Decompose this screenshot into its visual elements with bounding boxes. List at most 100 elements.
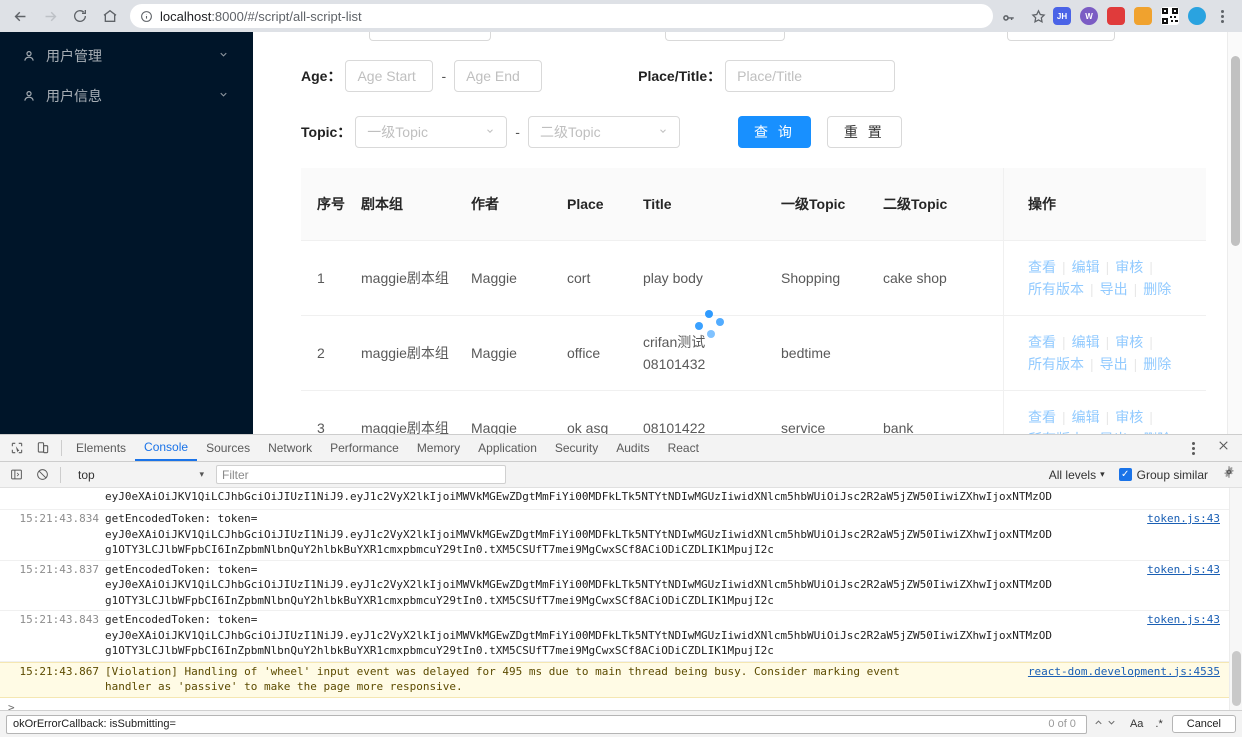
clipped-input-2[interactable]	[665, 32, 785, 41]
home-button[interactable]	[96, 2, 124, 30]
reload-icon	[72, 8, 88, 24]
action-edit[interactable]: 编辑	[1072, 406, 1100, 428]
extension-red-icon[interactable]	[1107, 7, 1125, 25]
page-scrollbar-thumb[interactable]	[1231, 56, 1240, 246]
tab-memory[interactable]: Memory	[408, 435, 469, 461]
reset-button[interactable]: 重 置	[826, 116, 902, 148]
action-all-versions[interactable]: 所有版本	[1028, 428, 1084, 434]
place-title-placeholder: Place/Title	[737, 68, 802, 84]
action-export[interactable]: 导出	[1100, 278, 1128, 300]
find-prev-icon[interactable]	[1093, 717, 1104, 731]
action-delete[interactable]: 删除	[1143, 278, 1171, 300]
clipped-input-1[interactable]	[369, 32, 491, 41]
password-key-icon[interactable]	[1001, 8, 1018, 25]
tab-audits[interactable]: Audits	[607, 435, 658, 461]
action-edit[interactable]: 编辑	[1072, 331, 1100, 353]
console-settings-button[interactable]	[1216, 463, 1242, 487]
inspect-element-icon[interactable]	[4, 436, 30, 460]
age-end-input[interactable]: Age End	[454, 60, 543, 92]
more-options-button[interactable]	[1180, 436, 1206, 460]
query-button[interactable]: 查 询	[737, 116, 811, 148]
clipped-input-3[interactable]	[1007, 32, 1115, 41]
topic-level1-placeholder: 一级Topic	[367, 124, 428, 140]
log-message: eyJ0eXAiOiJKV1QiLCJhbGciOiJIUzI1NiJ9.eyJ…	[105, 490, 1053, 507]
console-prompt[interactable]: >	[0, 698, 1242, 711]
place-title-input[interactable]: Place/Title	[725, 60, 896, 92]
tab-application[interactable]: Application	[469, 435, 546, 461]
action-edit[interactable]: 编辑	[1072, 256, 1100, 278]
find-nav-buttons	[1093, 717, 1121, 731]
match-case-button[interactable]: Aa	[1127, 718, 1146, 730]
extension-w-icon[interactable]: W	[1080, 7, 1098, 25]
log-source-link[interactable]: token.js:43	[1147, 562, 1220, 578]
log-source-link[interactable]: token.js:43	[1147, 612, 1220, 628]
action-review[interactable]: 审核	[1115, 256, 1143, 278]
page-scrollbar[interactable]	[1227, 32, 1242, 434]
sidebar-item-user-info[interactable]: 用户信息	[0, 76, 253, 116]
console-log-list[interactable]: eyJ0eXAiOiJKV1QiLCJhbGciOiJIUzI1NiJ9.eyJ…	[0, 488, 1242, 710]
back-button[interactable]	[6, 2, 34, 30]
action-view[interactable]: 查看	[1028, 256, 1056, 278]
clear-console-button[interactable]	[29, 463, 55, 487]
log-level-value: All levels	[1048, 467, 1097, 482]
tab-console[interactable]: Console	[135, 435, 198, 461]
browser-toolbar: localhost:8000/#/script/all-script-list …	[0, 0, 1242, 32]
action-all-versions[interactable]: 所有版本	[1028, 278, 1084, 300]
extension-orange-icon[interactable]	[1134, 7, 1152, 25]
group-similar-label: Group similar	[1136, 467, 1208, 482]
topic-level1-select[interactable]: 一级Topic	[355, 116, 508, 148]
close-devtools-button[interactable]	[1210, 436, 1236, 460]
console-filter-input[interactable]: Filter	[216, 465, 506, 484]
topic-level2-select[interactable]: 二级Topic	[527, 116, 680, 148]
site-info-icon[interactable]	[140, 10, 153, 23]
column-header-place: Place	[567, 196, 604, 212]
cancel-button[interactable]: Cancel	[1171, 715, 1236, 733]
more-options-icon	[1184, 441, 1202, 455]
action-delete[interactable]: 删除	[1143, 428, 1171, 434]
action-review[interactable]: 审核	[1115, 406, 1143, 428]
action-review[interactable]: 审核	[1115, 331, 1143, 353]
action-export[interactable]: 导出	[1100, 428, 1128, 434]
log-level-select[interactable]: All levels ▾	[1049, 468, 1105, 482]
bookmark-star-icon[interactable]	[1030, 8, 1047, 25]
tab-security[interactable]: Security	[546, 435, 607, 461]
action-delete[interactable]: 删除	[1143, 353, 1171, 375]
extension-blue-icon[interactable]	[1188, 7, 1206, 25]
log-source-link[interactable]: react-dom.development.js:4535	[1028, 664, 1220, 680]
age-label: Age：	[301, 68, 342, 84]
chevron-down-icon: ▾	[1100, 469, 1105, 479]
console-sidebar-button[interactable]	[3, 463, 29, 487]
execution-context-select[interactable]: top ▾	[70, 465, 210, 484]
log-source-link[interactable]: token.js:43	[1147, 511, 1220, 527]
action-view[interactable]: 查看	[1028, 331, 1056, 353]
console-scrollbar-thumb[interactable]	[1232, 651, 1241, 706]
find-input[interactable]: okOrErrorCallback: isSubmitting= 0 of 0	[6, 714, 1087, 734]
action-view[interactable]: 查看	[1028, 406, 1056, 428]
tab-performance[interactable]: Performance	[321, 435, 408, 461]
tab-network[interactable]: Network	[259, 435, 321, 461]
extension-qrcode-icon[interactable]	[1161, 7, 1179, 25]
action-export[interactable]: 导出	[1100, 353, 1128, 375]
find-bar: okOrErrorCallback: isSubmitting= 0 of 0 …	[0, 710, 1242, 737]
tab-react[interactable]: React	[659, 435, 708, 461]
log-timestamp: 15:21:43.834	[19, 512, 99, 525]
find-next-icon[interactable]	[1106, 717, 1117, 731]
browser-menu-button[interactable]	[1208, 2, 1236, 30]
chevron-down-icon	[218, 89, 229, 103]
action-all-versions[interactable]: 所有版本	[1028, 353, 1084, 375]
regex-button[interactable]: .*	[1152, 718, 1165, 730]
device-toolbar-icon[interactable]	[30, 436, 56, 460]
age-start-input[interactable]: Age Start	[345, 60, 434, 92]
log-message: getEncodedToken: token= eyJ0eXAiOiJKV1Qi…	[105, 613, 1053, 657]
address-bar[interactable]: localhost:8000/#/script/all-script-list	[130, 4, 993, 28]
forward-button[interactable]	[36, 2, 64, 30]
reload-button[interactable]	[66, 2, 94, 30]
extension-jh-icon[interactable]: JH	[1053, 7, 1071, 25]
console-scrollbar[interactable]	[1229, 488, 1242, 710]
sidebar-item-user-management[interactable]: 用户管理	[0, 36, 253, 76]
tab-sources[interactable]: Sources	[197, 435, 259, 461]
tab-elements[interactable]: Elements	[67, 435, 135, 461]
cell-index: 2	[317, 345, 325, 361]
group-similar-toggle[interactable]: ✓ Group similar	[1118, 467, 1208, 482]
row-action-links: 查看| 编辑| 审核| 所有版本| 导出| 删除	[1028, 406, 1192, 434]
